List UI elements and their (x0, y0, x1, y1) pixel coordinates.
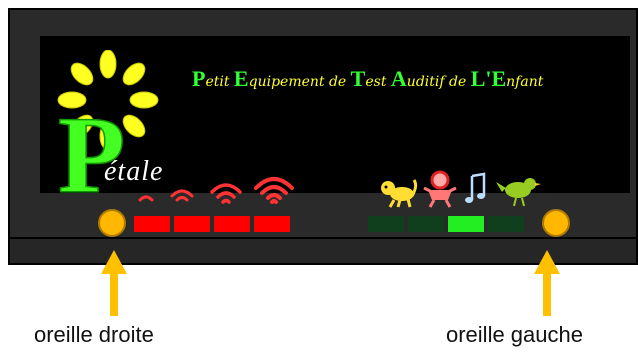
title-cap-3: T (350, 66, 366, 91)
title-cap-1: P (192, 66, 206, 91)
left-ear-label: oreille gauche (446, 322, 583, 347)
title-rest-5: nfant (506, 74, 544, 90)
left-ear-knob[interactable] (542, 209, 570, 237)
sound-icons (380, 170, 550, 210)
right-ear-knob[interactable] (98, 209, 126, 237)
indicator-panel (90, 206, 590, 242)
baby-icon (423, 170, 457, 208)
hearing-waves-icon (138, 177, 294, 204)
led-segment (488, 216, 524, 232)
led-segment (448, 216, 484, 232)
led-segment (408, 216, 444, 232)
title-rest-2: quipement de (248, 74, 351, 90)
up-arrow-icon (101, 250, 127, 316)
title-rest-1: etit (205, 74, 234, 90)
left-ear-leds (368, 216, 524, 232)
right-ear-label: oreille droite (34, 322, 154, 347)
up-arrow-icon (534, 250, 560, 316)
right-ear-leds (134, 216, 290, 232)
device-title: Petit Equipement de Test Auditif de L'En… (192, 66, 628, 92)
music-note-icon (465, 172, 486, 203)
title-cap-4: A (390, 66, 407, 91)
title-rest-4: uditif de (406, 74, 471, 90)
device-housing: P étale Petit Equipement de Test Auditif… (8, 8, 638, 265)
led-segment (368, 216, 404, 232)
title-cap-2: E (233, 66, 249, 91)
title-rest-3: est (365, 74, 391, 90)
led-segment (214, 216, 250, 232)
led-segment (134, 216, 170, 232)
monkey-icon (381, 179, 418, 208)
led-segment (174, 216, 210, 232)
title-cap-5: L'E (470, 66, 507, 91)
led-segment (254, 216, 290, 232)
bird-icon (496, 178, 541, 207)
